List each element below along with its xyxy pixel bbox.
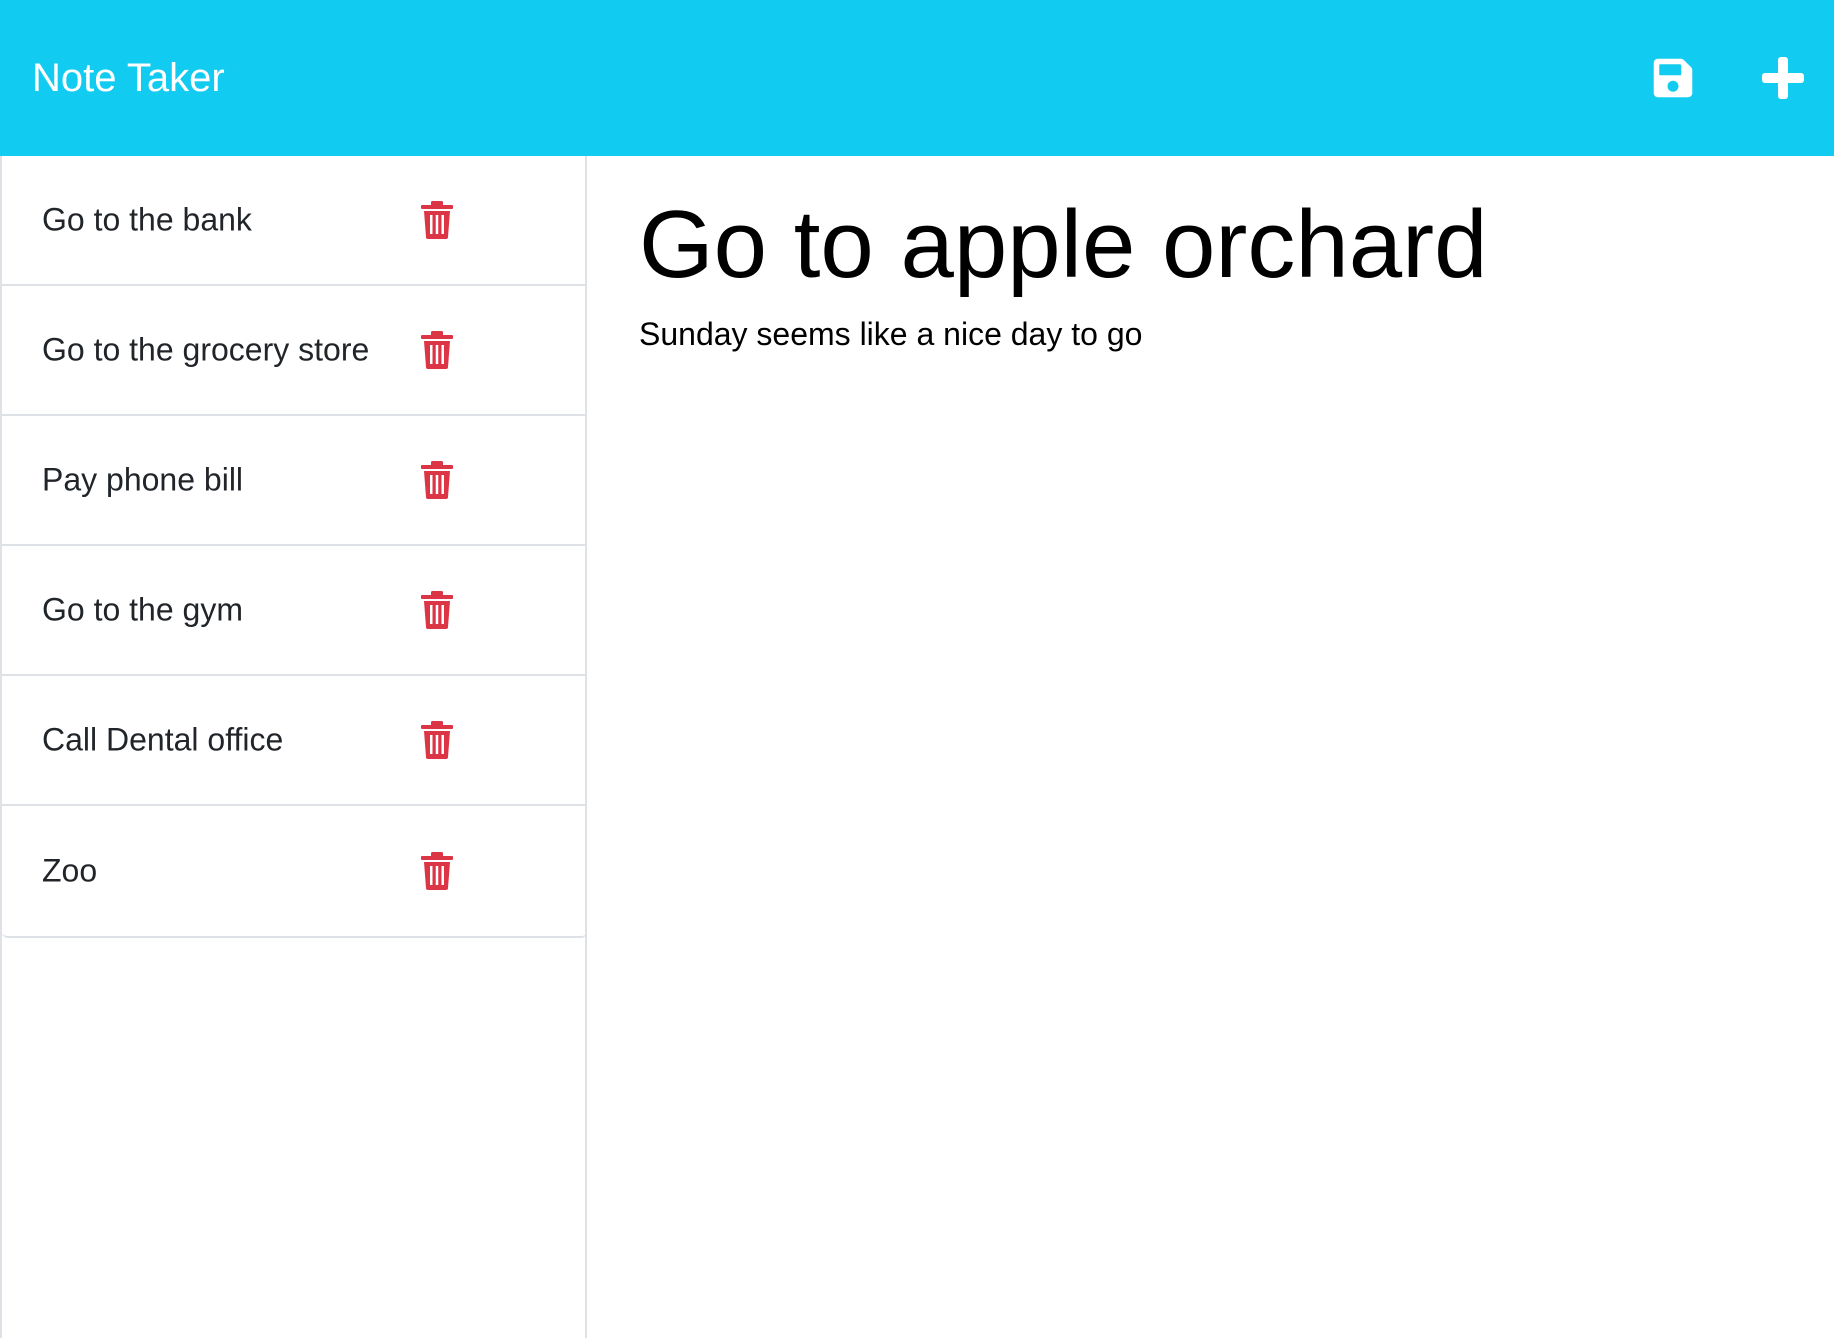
trash-icon[interactable] — [421, 852, 453, 890]
note-text-area[interactable]: Sunday seems like a nice day to go — [639, 316, 1142, 353]
note-list: Go to the bank Go to the grocery store P… — [2, 156, 587, 938]
navbar: Note Taker — [0, 0, 1834, 156]
note-item-title: Zoo — [42, 852, 98, 889]
trash-icon[interactable] — [421, 201, 453, 239]
plus-icon — [1762, 57, 1804, 99]
note-item-title: Go to the grocery store — [42, 331, 370, 368]
trash-icon[interactable] — [421, 461, 453, 499]
list-item[interactable]: Pay phone bill — [2, 416, 587, 546]
trash-icon[interactable] — [421, 331, 453, 369]
list-item[interactable]: Zoo — [2, 806, 587, 936]
note-item-title: Pay phone bill — [42, 461, 244, 498]
note-item-title: Call Dental office — [42, 721, 284, 758]
note-item-title: Go to the gym — [42, 591, 243, 628]
app-title[interactable]: Note Taker — [32, 58, 225, 98]
trash-icon[interactable] — [421, 591, 453, 629]
note-item-title: Go to the bank — [42, 201, 252, 238]
list-item[interactable]: Go to the grocery store — [2, 286, 587, 416]
save-note-button[interactable] — [1648, 53, 1698, 103]
sidebar: Go to the bank Go to the grocery store P… — [0, 156, 587, 1338]
list-item[interactable]: Call Dental office — [2, 676, 587, 806]
new-note-button[interactable] — [1760, 55, 1806, 101]
floppy-disk-icon — [1653, 58, 1693, 98]
list-item[interactable]: Go to the bank — [2, 156, 587, 286]
list-item[interactable]: Go to the gym — [2, 546, 587, 676]
note-title-input[interactable]: Go to apple orchard — [639, 192, 1488, 298]
trash-icon[interactable] — [421, 721, 453, 759]
note-editor: Go to apple orchard Sunday seems like a … — [587, 156, 1834, 1338]
